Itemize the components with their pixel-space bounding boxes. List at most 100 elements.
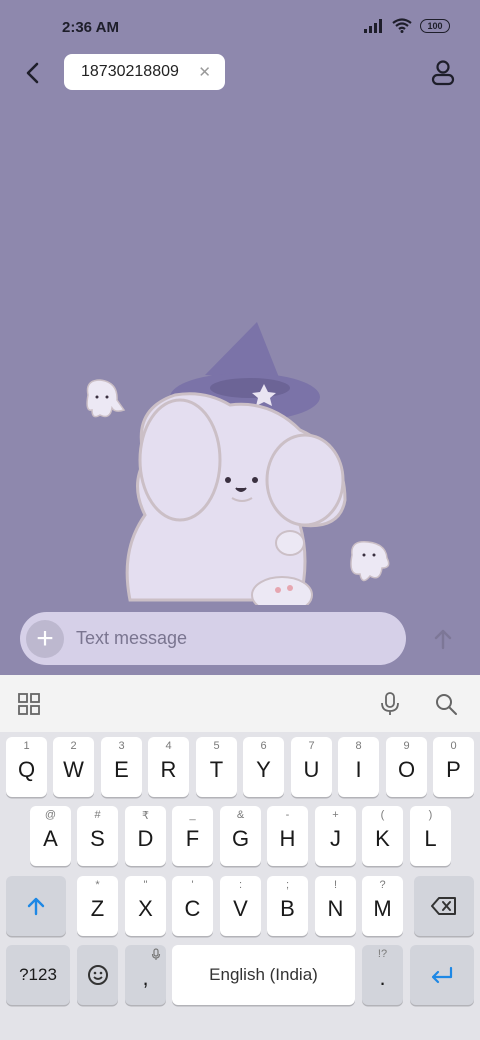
key-hint: * (95, 879, 100, 891)
key-label: D (137, 826, 154, 851)
key-x[interactable]: " X (125, 876, 166, 936)
key-label: J (330, 826, 341, 851)
message-input[interactable] (76, 626, 376, 650)
key-label: W (63, 757, 84, 782)
key-label: P (446, 757, 461, 782)
key-b[interactable]: ; B (267, 876, 308, 936)
key-hint: 6 (260, 740, 267, 752)
key-hint: 7 (308, 740, 315, 752)
key-o[interactable]: 9O (386, 737, 427, 797)
key-r[interactable]: 4R (148, 737, 189, 797)
attach-button[interactable]: + (26, 620, 64, 658)
comma-label: , (142, 965, 149, 990)
key-hint: @ (44, 809, 57, 821)
keyboard-toolbar (0, 675, 480, 732)
key-label: X (138, 896, 153, 921)
key-p[interactable]: 0P (433, 737, 474, 797)
key-label: I (355, 757, 362, 782)
signal-icon (364, 18, 382, 33)
status-time: 2:36 AM (62, 19, 119, 36)
key-label: O (397, 757, 416, 782)
key-i[interactable]: 8I (338, 737, 379, 797)
space-key[interactable]: English (India) (172, 945, 355, 1005)
key-label: C (184, 896, 201, 921)
recipient-number: 18730218809 (81, 63, 179, 80)
key-e[interactable]: 3E (101, 737, 142, 797)
key-u[interactable]: 7U (291, 737, 332, 797)
enter-key[interactable] (410, 945, 474, 1005)
key-hint: 8 (355, 740, 362, 752)
key-hint: 5 (213, 740, 220, 752)
key-label: B (280, 896, 295, 921)
enter-icon (431, 966, 453, 984)
key-v[interactable]: :V (220, 876, 261, 936)
key-w[interactable]: 2W (53, 737, 94, 797)
key-label: H (279, 826, 296, 851)
key-d[interactable]: ₹ D (125, 806, 166, 866)
key-a[interactable]: @ A (30, 806, 71, 866)
key-n[interactable]: ! N (315, 876, 356, 936)
key-label: Y (256, 757, 271, 782)
key-y[interactable]: 6Y (243, 737, 284, 797)
key-label: Q (17, 757, 36, 782)
key-hint: ) (428, 809, 433, 821)
contact-button[interactable] (428, 58, 458, 88)
key-m[interactable]: ? M (362, 876, 403, 936)
key-t[interactable]: 5T (196, 737, 237, 797)
comma-key[interactable]: , (125, 945, 166, 1005)
key-f[interactable]: _ F (172, 806, 213, 866)
emoji-key[interactable] (77, 945, 118, 1005)
shift-arrow-icon (27, 897, 45, 916)
key-c[interactable]: ' C (172, 876, 213, 936)
key-hint: 1 (23, 740, 30, 752)
key-q[interactable]: 1Q (6, 737, 47, 797)
key-j[interactable]: + J (315, 806, 356, 866)
backspace-key[interactable] (414, 876, 474, 936)
key-hint: _ (189, 809, 196, 821)
symbols-key[interactable]: ?123 (6, 945, 70, 1005)
period-key[interactable]: !?. (362, 945, 403, 1005)
key-hint: ? (379, 879, 386, 891)
wallpaper-illustration (86, 322, 390, 605)
search-icon[interactable] (434, 692, 458, 716)
key-hint: & (236, 809, 245, 821)
period-hint: !? (377, 948, 388, 960)
key-hint: ! (333, 879, 338, 891)
key-h[interactable]: -H (267, 806, 308, 866)
key-label: A (43, 826, 58, 851)
send-button[interactable] (428, 624, 458, 654)
emoji-icon (87, 965, 108, 985)
key-hint: + (332, 809, 339, 821)
plus-icon: + (36, 622, 54, 655)
key-label: V (233, 896, 248, 921)
key-hint: : (238, 879, 243, 891)
wifi-icon (392, 18, 412, 33)
status-bar: 2:36 AM 100 (0, 0, 480, 52)
key-k[interactable]: (K (362, 806, 403, 866)
key-s[interactable]: # S (77, 806, 118, 866)
message-composer: + (20, 612, 406, 665)
microphone-icon[interactable] (378, 691, 402, 717)
remove-recipient-icon[interactable]: ✕ (198, 63, 211, 81)
send-arrow-icon (434, 629, 452, 650)
backspace-icon (431, 897, 456, 915)
key-label: R (160, 757, 177, 782)
key-l[interactable]: ) L (410, 806, 451, 866)
back-arrow-icon (26, 62, 39, 84)
key-hint: 4 (165, 740, 172, 752)
key-g[interactable]: & G (220, 806, 261, 866)
period-label: . (379, 965, 386, 990)
key-label: Z (90, 896, 105, 921)
back-button[interactable] (18, 58, 48, 88)
shift-key[interactable] (6, 876, 66, 936)
key-label: E (114, 757, 129, 782)
key-hint: ; (285, 879, 290, 891)
battery-level: 100 (427, 20, 443, 31)
battery-icon: 100 (420, 18, 450, 33)
key-hint: - (285, 809, 290, 821)
apps-grid-icon[interactable] (18, 693, 40, 715)
key-z[interactable]: * Z (77, 876, 118, 936)
key-hint: # (94, 809, 101, 821)
recipient-chip[interactable]: 18730218809 ✕ (64, 54, 225, 90)
key-hint: ' (191, 879, 194, 891)
